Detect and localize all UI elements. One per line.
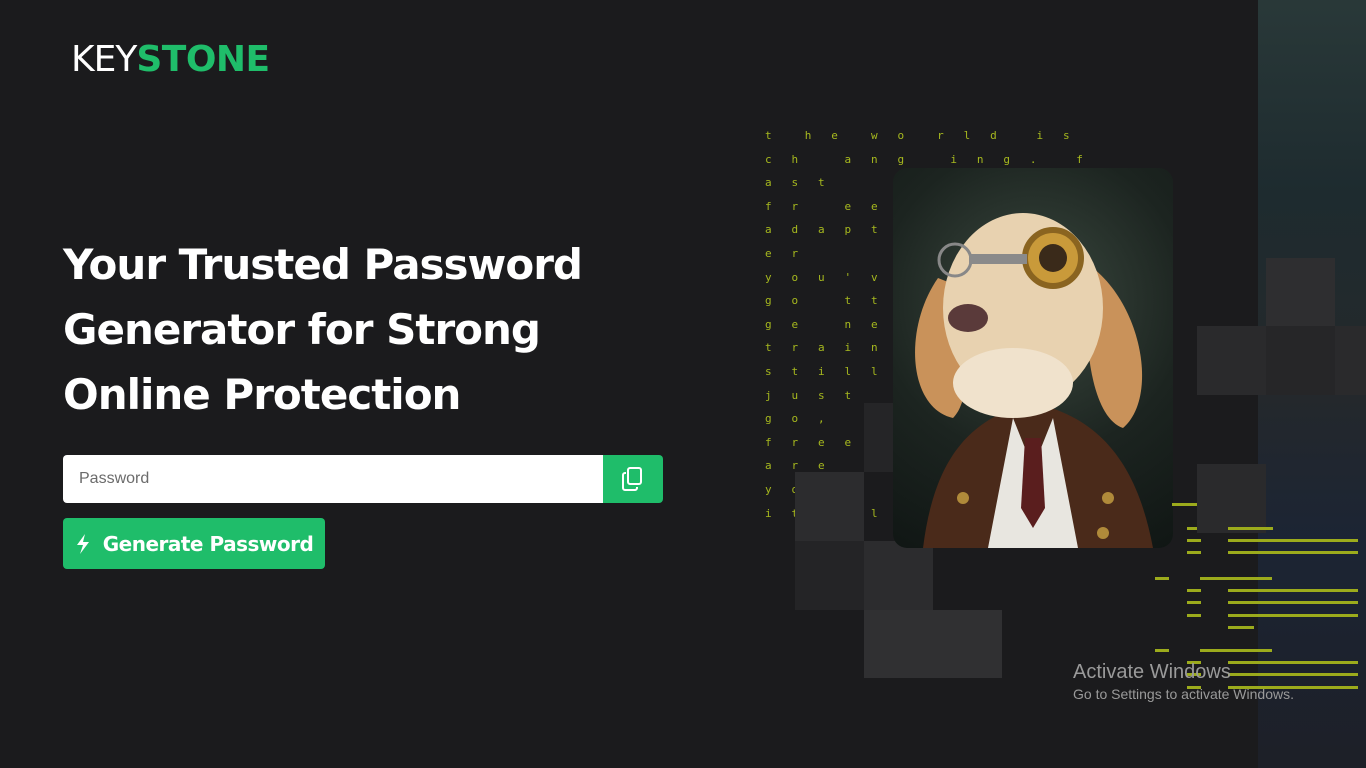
dog-portrait-image [893, 168, 1173, 548]
decorative-tile [1197, 326, 1266, 395]
hero-heading: Your Trusted Password Generator for Stro… [63, 232, 623, 427]
dog-illustration [915, 213, 1153, 548]
password-field-group [63, 455, 663, 503]
password-input[interactable] [63, 455, 603, 503]
generate-password-label: Generate Password [102, 531, 314, 556]
watermark-title: Activate Windows [1073, 661, 1231, 683]
decorative-tile [795, 541, 864, 610]
brand-logo-part2: STONE [136, 39, 270, 80]
brand-logo-part1: KEY [71, 39, 137, 80]
bolt-icon [76, 533, 89, 554]
hero-line-2: Generator for Strong [63, 305, 541, 354]
decorative-tile [1266, 258, 1335, 326]
hero-line-1: Your Trusted Password [63, 240, 583, 289]
copy-button[interactable] [603, 455, 663, 503]
decorative-tile [864, 541, 933, 610]
hero-line-3: Online Protection [63, 370, 461, 419]
decorative-tile [1266, 326, 1335, 395]
windows-activation-watermark: Activate Windows Go to Settings to activ… [1073, 660, 1294, 704]
decorative-tile [864, 610, 1002, 678]
decorative-tile [1197, 464, 1266, 533]
watermark-subtitle: Go to Settings to activate Windows. [1073, 686, 1294, 702]
decorative-tile [1335, 326, 1366, 395]
copy-icon [622, 467, 642, 491]
brand-logo[interactable]: KEYSTONE [71, 40, 270, 80]
generate-password-button[interactable]: Generate Password [63, 518, 325, 569]
decorative-tile [795, 472, 864, 541]
matrix-text-line: t h e w o r l d i s [765, 129, 1070, 142]
